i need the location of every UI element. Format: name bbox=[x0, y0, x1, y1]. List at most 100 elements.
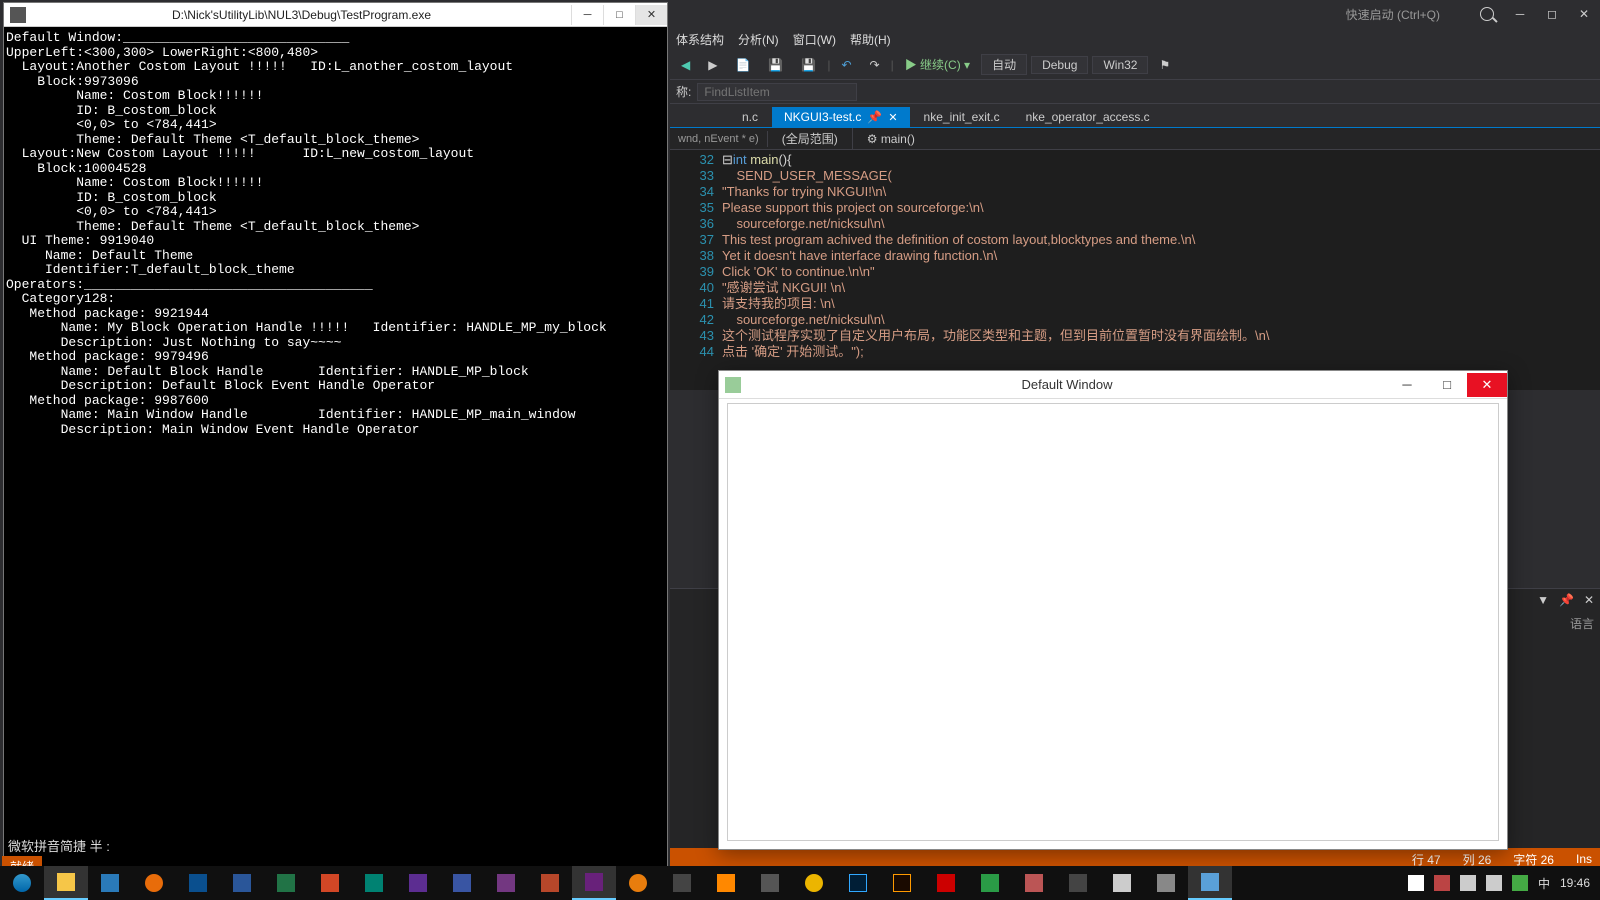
tab-nke-init-exit[interactable]: nke_init_exit.c bbox=[912, 107, 1012, 127]
autohide-icon[interactable]: ▼ bbox=[1537, 593, 1549, 607]
context-signature: wnd, nEvent * e) bbox=[670, 131, 768, 147]
search-icon[interactable] bbox=[1480, 7, 1494, 21]
popup-titlebar[interactable]: Default Window ─ □ ✕ bbox=[719, 371, 1507, 399]
tray-shield-icon[interactable] bbox=[1512, 875, 1528, 891]
taskbar-blender[interactable] bbox=[616, 866, 660, 900]
taskbar-media[interactable] bbox=[132, 866, 176, 900]
menu-architecture[interactable]: 体系结构 bbox=[676, 31, 724, 48]
tray-flag-icon[interactable] bbox=[1408, 875, 1424, 891]
panel-close-icon[interactable]: ✕ bbox=[1584, 593, 1594, 607]
undo-icon[interactable]: ↶ bbox=[834, 55, 858, 75]
tab-nke-operator-access[interactable]: nke_operator_access.c bbox=[1014, 107, 1162, 127]
language-label: 语言 bbox=[1570, 615, 1594, 632]
find-label: 称: bbox=[676, 83, 691, 100]
taskbar-chrome-canary[interactable] bbox=[792, 866, 836, 900]
vs-titlebar[interactable]: 快速启动 (Ctrl+Q) ─ ◻ ✕ bbox=[670, 0, 1600, 28]
restore-button[interactable]: ◻ bbox=[1536, 7, 1568, 21]
auto-dropdown[interactable]: 自动 bbox=[981, 54, 1027, 75]
vs-toolbar[interactable]: ◀ ▶ 📄 💾 💾 | ↶ ↷ | ▶ 继续(C) ▾ 自动 Debug Win… bbox=[670, 50, 1600, 80]
taskbar-pdf[interactable] bbox=[924, 866, 968, 900]
scope-dropdown[interactable]: (全局范围) bbox=[768, 128, 853, 149]
pin-icon[interactable]: 📌 bbox=[1559, 593, 1574, 607]
find-input[interactable] bbox=[697, 83, 857, 101]
console-title: D:\Nick'sUtilityLib\NUL3\Debug\TestProgr… bbox=[32, 8, 571, 22]
new-file-icon[interactable]: 📄 bbox=[728, 55, 757, 75]
close-button[interactable]: ✕ bbox=[635, 5, 667, 25]
code-area[interactable]: ⊟int main(){ SEND_USER_MESSAGE( "Thanks … bbox=[722, 150, 1600, 390]
taskbar-ie[interactable] bbox=[0, 866, 44, 900]
tab-nc[interactable]: n.c bbox=[730, 107, 770, 127]
taskbar-excel[interactable] bbox=[264, 866, 308, 900]
menu-help[interactable]: 帮助(H) bbox=[850, 31, 891, 48]
taskbar-explorer[interactable] bbox=[44, 866, 88, 900]
continue-button[interactable]: ▶ 继续(C) ▾ bbox=[898, 53, 977, 76]
vs-findbar: 称: bbox=[670, 80, 1600, 104]
taskbar-vlc[interactable] bbox=[704, 866, 748, 900]
popup-client-area[interactable] bbox=[727, 403, 1499, 841]
function-dropdown[interactable]: ⚙ main() bbox=[853, 130, 929, 148]
vs-tabbar[interactable]: n.c NKGUI3-test.c📌✕ nke_init_exit.c nke_… bbox=[670, 104, 1600, 128]
taskbar-7zip[interactable] bbox=[1056, 866, 1100, 900]
code-editor[interactable]: 32333435363738394041424344 ⊟int main(){ … bbox=[670, 150, 1600, 390]
console-output[interactable]: Default Window:_________________________… bbox=[4, 27, 667, 441]
vs-context-bar: wnd, nEvent * e) (全局范围) ⚙ main() bbox=[670, 128, 1600, 150]
line-gutter: 32333435363738394041424344 bbox=[670, 150, 722, 390]
taskbar-calc[interactable] bbox=[1100, 866, 1144, 900]
taskbar-gamepad[interactable] bbox=[748, 866, 792, 900]
taskbar-compass[interactable] bbox=[660, 866, 704, 900]
pin-icon[interactable]: 📌 bbox=[867, 110, 882, 124]
maximize-button[interactable]: □ bbox=[603, 5, 635, 25]
menu-window[interactable]: 窗口(W) bbox=[793, 31, 836, 48]
menu-analyze[interactable]: 分析(N) bbox=[738, 31, 779, 48]
console-titlebar[interactable]: D:\Nick'sUtilityLib\NUL3\Debug\TestProgr… bbox=[4, 3, 667, 27]
taskbar-foobar[interactable] bbox=[1012, 866, 1056, 900]
vs-menubar[interactable]: 体系结构 分析(N) 窗口(W) 帮助(H) bbox=[670, 28, 1600, 50]
taskbar-word[interactable] bbox=[220, 866, 264, 900]
save-icon[interactable]: 💾 bbox=[761, 55, 790, 75]
close-button[interactable]: ✕ bbox=[1568, 7, 1600, 21]
system-tray[interactable]: 中 19:46 bbox=[1398, 875, 1600, 892]
taskbar-bridge[interactable] bbox=[880, 866, 924, 900]
platform-dropdown[interactable]: Win32 bbox=[1092, 56, 1148, 74]
taskbar-powerpoint[interactable] bbox=[308, 866, 352, 900]
taskbar-onedrive[interactable] bbox=[176, 866, 220, 900]
minimize-button[interactable]: ─ bbox=[1504, 7, 1536, 21]
nav-fwd-icon[interactable]: ▶ bbox=[701, 55, 724, 75]
status-col: 列 26 bbox=[1463, 851, 1492, 868]
save-all-icon[interactable]: 💾 bbox=[794, 55, 823, 75]
status-ins: Ins bbox=[1576, 852, 1592, 866]
tray-lang[interactable]: 中 bbox=[1538, 875, 1550, 892]
taskbar-utorrent[interactable] bbox=[968, 866, 1012, 900]
default-window: Default Window ─ □ ✕ bbox=[718, 370, 1508, 850]
tab-nkgui3-test[interactable]: NKGUI3-test.c📌✕ bbox=[772, 107, 910, 127]
quick-launch-hint[interactable]: 快速启动 (Ctrl+Q) bbox=[1346, 6, 1440, 23]
config-dropdown[interactable]: Debug bbox=[1031, 56, 1088, 74]
tray-battery-icon[interactable] bbox=[1486, 875, 1502, 891]
nav-back-icon[interactable]: ◀ bbox=[674, 55, 697, 75]
status-line: 行 47 bbox=[1412, 851, 1441, 868]
close-button[interactable]: ✕ bbox=[1467, 373, 1507, 397]
taskbar-access[interactable] bbox=[528, 866, 572, 900]
maximize-button[interactable]: □ bbox=[1427, 373, 1467, 397]
tray-volume-icon[interactable] bbox=[1460, 875, 1476, 891]
taskbar-desktop[interactable] bbox=[88, 866, 132, 900]
taskbar-lync[interactable] bbox=[440, 866, 484, 900]
taskbar-monitor[interactable] bbox=[1188, 866, 1232, 900]
tray-network-icon[interactable] bbox=[1434, 875, 1450, 891]
console-window: D:\Nick'sUtilityLib\NUL3\Debug\TestProgr… bbox=[3, 2, 668, 872]
redo-icon[interactable]: ↷ bbox=[863, 55, 887, 75]
taskbar-onenote[interactable] bbox=[396, 866, 440, 900]
flag-icon[interactable]: ⚑ bbox=[1152, 55, 1177, 75]
taskbar[interactable]: 中 19:46 bbox=[0, 866, 1600, 900]
app-icon bbox=[725, 377, 741, 393]
taskbar-grid[interactable] bbox=[1144, 866, 1188, 900]
tray-time[interactable]: 19:46 bbox=[1560, 876, 1590, 890]
taskbar-publisher[interactable] bbox=[352, 866, 396, 900]
minimize-button[interactable]: ─ bbox=[571, 5, 603, 25]
minimize-button[interactable]: ─ bbox=[1387, 373, 1427, 397]
taskbar-photoshop[interactable] bbox=[836, 866, 880, 900]
close-tab-icon[interactable]: ✕ bbox=[888, 111, 897, 124]
taskbar-visualstudio[interactable] bbox=[572, 866, 616, 900]
taskbar-infopath[interactable] bbox=[484, 866, 528, 900]
app-icon bbox=[10, 7, 26, 23]
